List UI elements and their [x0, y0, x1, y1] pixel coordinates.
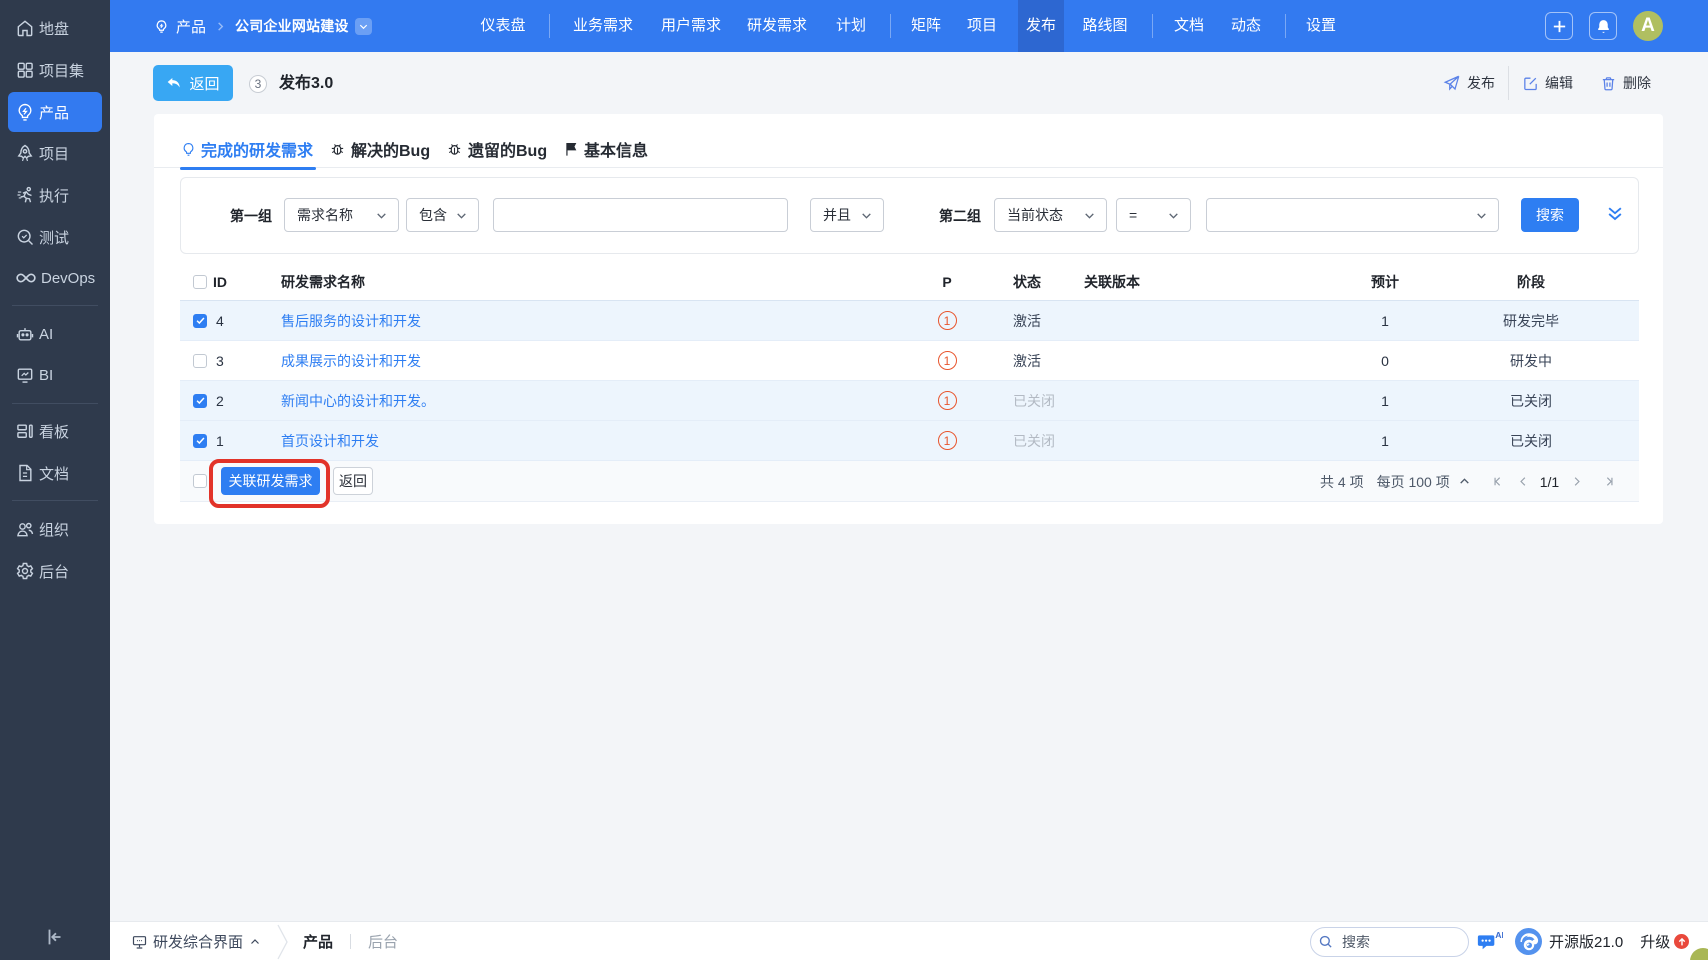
svg-text:AI: AI	[1495, 931, 1503, 940]
